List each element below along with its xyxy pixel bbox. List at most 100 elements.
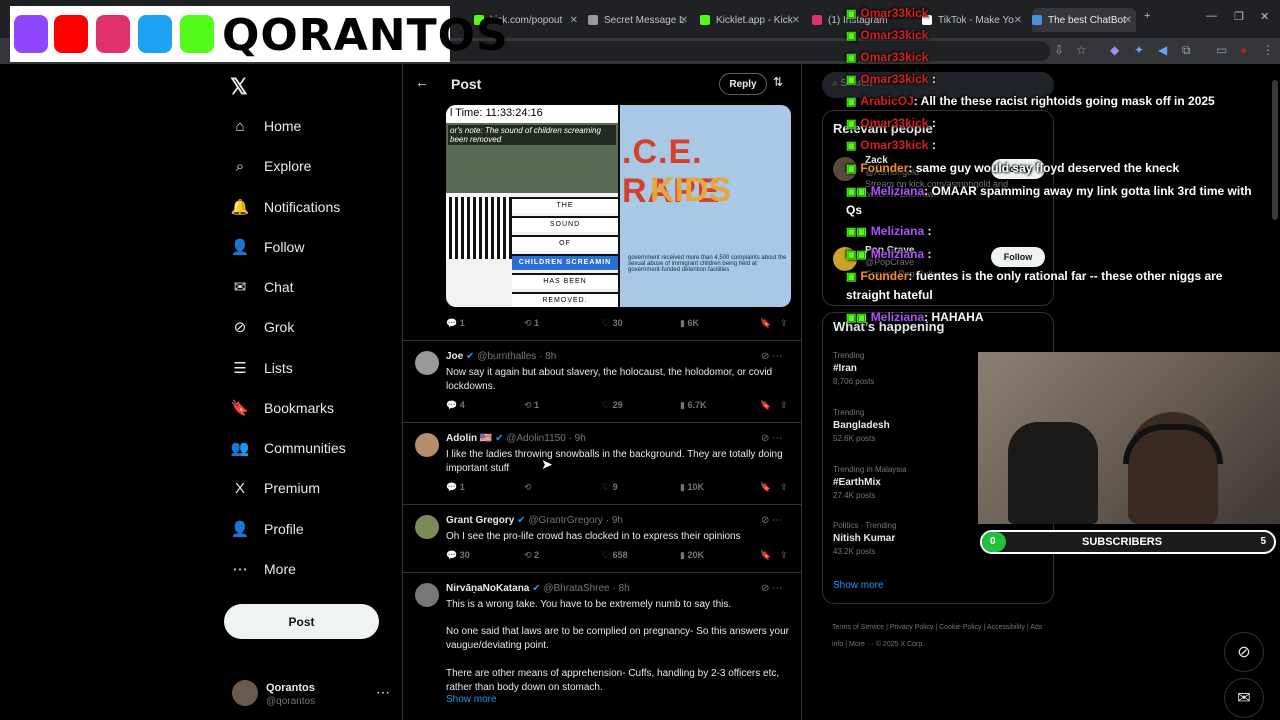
author-handle[interactable]: @GrantrGregory xyxy=(528,515,603,526)
repost-action[interactable]: ⟲ 1 xyxy=(524,400,539,411)
bookmark-icon[interactable]: 🔖 xyxy=(760,550,771,561)
repost-action[interactable]: ⟲ 1 xyxy=(524,318,539,329)
tweet-time[interactable]: 8h xyxy=(619,583,630,594)
view-count: 6.7K xyxy=(687,400,707,410)
more-circle-icon: ⋯ xyxy=(232,561,248,578)
nav-label: Communities xyxy=(264,440,346,456)
views-action[interactable]: ▮ 20K xyxy=(680,550,704,561)
back-arrow-icon[interactable]: ← xyxy=(415,74,429,90)
reply-tweet[interactable]: Adolin 🇺🇸 ✔ @Adolin1150 · 9h ⊘ ⋯ I like … xyxy=(403,422,801,504)
author-name[interactable]: NirvāṇaNoKatana xyxy=(446,583,529,594)
browser-tab[interactable]: Secret Message L ✕ xyxy=(588,8,692,32)
account-handle: @qorantos xyxy=(266,696,316,707)
add-user-icon: 👤 xyxy=(230,239,250,256)
like-action[interactable]: ♡ 29 xyxy=(602,400,623,411)
share-icon[interactable]: ⇪ xyxy=(780,550,788,561)
share-icon[interactable]: ⇪ xyxy=(780,318,788,329)
tweet-time[interactable]: 8h xyxy=(545,351,556,362)
close-tab-icon[interactable]: ✕ xyxy=(570,15,578,26)
bookmark-icon[interactable]: 🔖 xyxy=(760,318,771,329)
avatar[interactable] xyxy=(415,351,439,375)
tweet-text: Now say it again but about slavery, the … xyxy=(446,367,773,392)
chat-message: ▣▣ Meliziana: HAHAHA xyxy=(846,308,1266,327)
tweet-text: Oh I see the pro-life crowd has clocked … xyxy=(446,531,741,542)
reply-tweet[interactable]: Grant Gregory ✔ @GrantrGregory · 9h ⊘ ⋯ … xyxy=(403,504,801,572)
avatar[interactable] xyxy=(415,433,439,457)
views-action[interactable]: ▮ 6K xyxy=(680,318,699,329)
chat-text: : HAHAHA xyxy=(924,310,984,324)
tweet-time[interactable]: 9h xyxy=(575,433,586,444)
reply-action[interactable]: 💬 30 xyxy=(446,550,470,561)
post-button[interactable]: Post xyxy=(224,604,379,639)
like-action[interactable]: ♡ 30 xyxy=(602,318,623,329)
reply-tweet[interactable]: Joe ✔ @burnthalles · 8h ⊘ ⋯ Now say it a… xyxy=(403,340,801,422)
nav-follow[interactable]: 👤 Follow xyxy=(230,233,305,261)
nav-lists[interactable]: ☰ Lists xyxy=(230,354,293,382)
close-tab-icon[interactable]: ✕ xyxy=(680,15,688,26)
nav-premium[interactable]: X Premium xyxy=(230,474,320,502)
show-more-link[interactable]: Show more xyxy=(833,580,884,591)
reply-action[interactable]: 💬 1 xyxy=(446,318,465,329)
media-note: or's note: The sound of children screami… xyxy=(448,125,616,145)
author-handle[interactable]: @burnthalles xyxy=(477,351,536,362)
chat-username: Omar33kick xyxy=(860,138,929,152)
repost-count: 2 xyxy=(534,550,540,560)
grok-more-icon[interactable]: ⊘ ⋯ xyxy=(761,433,782,444)
views-action[interactable]: ▮ 10K xyxy=(680,482,704,493)
tweet-time[interactable]: 9h xyxy=(612,515,623,526)
share-icon[interactable]: ⇪ xyxy=(780,400,788,411)
subscriber-goal: 5 xyxy=(1260,536,1266,547)
grok-fab-icon[interactable]: ⊘ xyxy=(1224,632,1264,672)
nav-more[interactable]: ⋯ More xyxy=(230,555,296,583)
author-handle[interactable]: @BhrataShree xyxy=(543,583,609,594)
chat-username: Omar33kick xyxy=(860,116,929,130)
nav-chat[interactable]: ✉ Chat xyxy=(230,273,294,301)
author-name[interactable]: Joe xyxy=(446,351,463,362)
avatar[interactable] xyxy=(415,515,439,539)
repost-action[interactable]: ⟲ xyxy=(524,482,532,493)
reply-action[interactable]: 💬 4 xyxy=(446,400,465,411)
views-action[interactable]: ▮ 6.7K xyxy=(680,400,706,411)
grok-more-icon[interactable]: ⊘ ⋯ xyxy=(761,515,782,526)
nav-notifications[interactable]: 🔔 Notifications xyxy=(230,193,341,221)
reply-tweet[interactable]: NirvāṇaNoKatana ✔ @BhrataShree · 8h ⊘ ⋯ … xyxy=(403,572,801,720)
show-more-link[interactable]: Show more xyxy=(446,694,497,705)
nav-home[interactable]: ⌂ Home xyxy=(230,112,301,140)
chat-message: ▣▣ Meliziana: OMAAR spamming away my link… xyxy=(846,182,1266,219)
messages-fab-icon[interactable]: ✉ xyxy=(1224,678,1264,718)
author-handle[interactable]: @Adolin1150 xyxy=(506,433,565,444)
nav-explore[interactable]: ⌕ Explore xyxy=(230,152,312,180)
page-scrollbar[interactable] xyxy=(1272,80,1278,220)
close-tab-icon[interactable]: ✕ xyxy=(792,15,800,26)
reply-button[interactable]: Reply xyxy=(719,73,767,95)
footer-links[interactable]: Terms of Service | Privacy Policy | Cook… xyxy=(832,619,1052,653)
nav-grok[interactable]: ⊘ Grok xyxy=(230,313,295,341)
filter-icon[interactable]: ⇅ xyxy=(773,75,783,89)
tweet-action-bar: 💬 4 ⟲ 1 ♡ 29 ▮ 6.7K 🔖 ⇪ xyxy=(446,400,791,414)
x-logo-icon[interactable]: 𝕏 xyxy=(230,74,248,100)
bookmark-icon[interactable]: 🔖 xyxy=(760,482,771,493)
author-name[interactable]: Grant Gregory xyxy=(446,515,514,526)
browser-tab[interactable]: Kicklet.app - Kick ✕ xyxy=(700,8,804,32)
grok-more-icon[interactable]: ⊘ ⋯ xyxy=(761,351,782,362)
view-count: 6K xyxy=(687,318,699,328)
nav-label: Premium xyxy=(264,480,321,496)
nav-communities[interactable]: 👥 Communities xyxy=(230,434,346,462)
like-count: 658 xyxy=(612,550,628,560)
author-name[interactable]: Adolin 🇺🇸 xyxy=(446,433,492,444)
chat-badge-icon: ▣▣ xyxy=(846,249,867,261)
nav-profile[interactable]: 👤 Profile xyxy=(230,515,304,543)
reply-action[interactable]: 💬 1 xyxy=(446,482,465,493)
share-icon[interactable]: ⇪ xyxy=(780,482,788,493)
grok-more-icon[interactable]: ⊘ ⋯ xyxy=(761,583,782,594)
more-dots-icon[interactable]: ⋯ xyxy=(376,684,390,701)
like-action[interactable]: ♡ 658 xyxy=(602,550,628,561)
repost-action[interactable]: ⟲ 2 xyxy=(524,550,539,561)
post-media[interactable]: l Time: 11:33:24:16 or's note: The sound… xyxy=(446,105,791,307)
bookmark-icon[interactable]: 🔖 xyxy=(760,400,771,411)
like-action[interactable]: ♡ 9 xyxy=(602,482,618,493)
stripe-text: CHILDREN SCREAMIN xyxy=(512,254,618,270)
nav-bookmarks[interactable]: 🔖 Bookmarks xyxy=(230,394,334,422)
account-switcher[interactable]: Qorantos @qorantos ⋯ xyxy=(232,680,392,710)
avatar[interactable] xyxy=(415,583,439,607)
